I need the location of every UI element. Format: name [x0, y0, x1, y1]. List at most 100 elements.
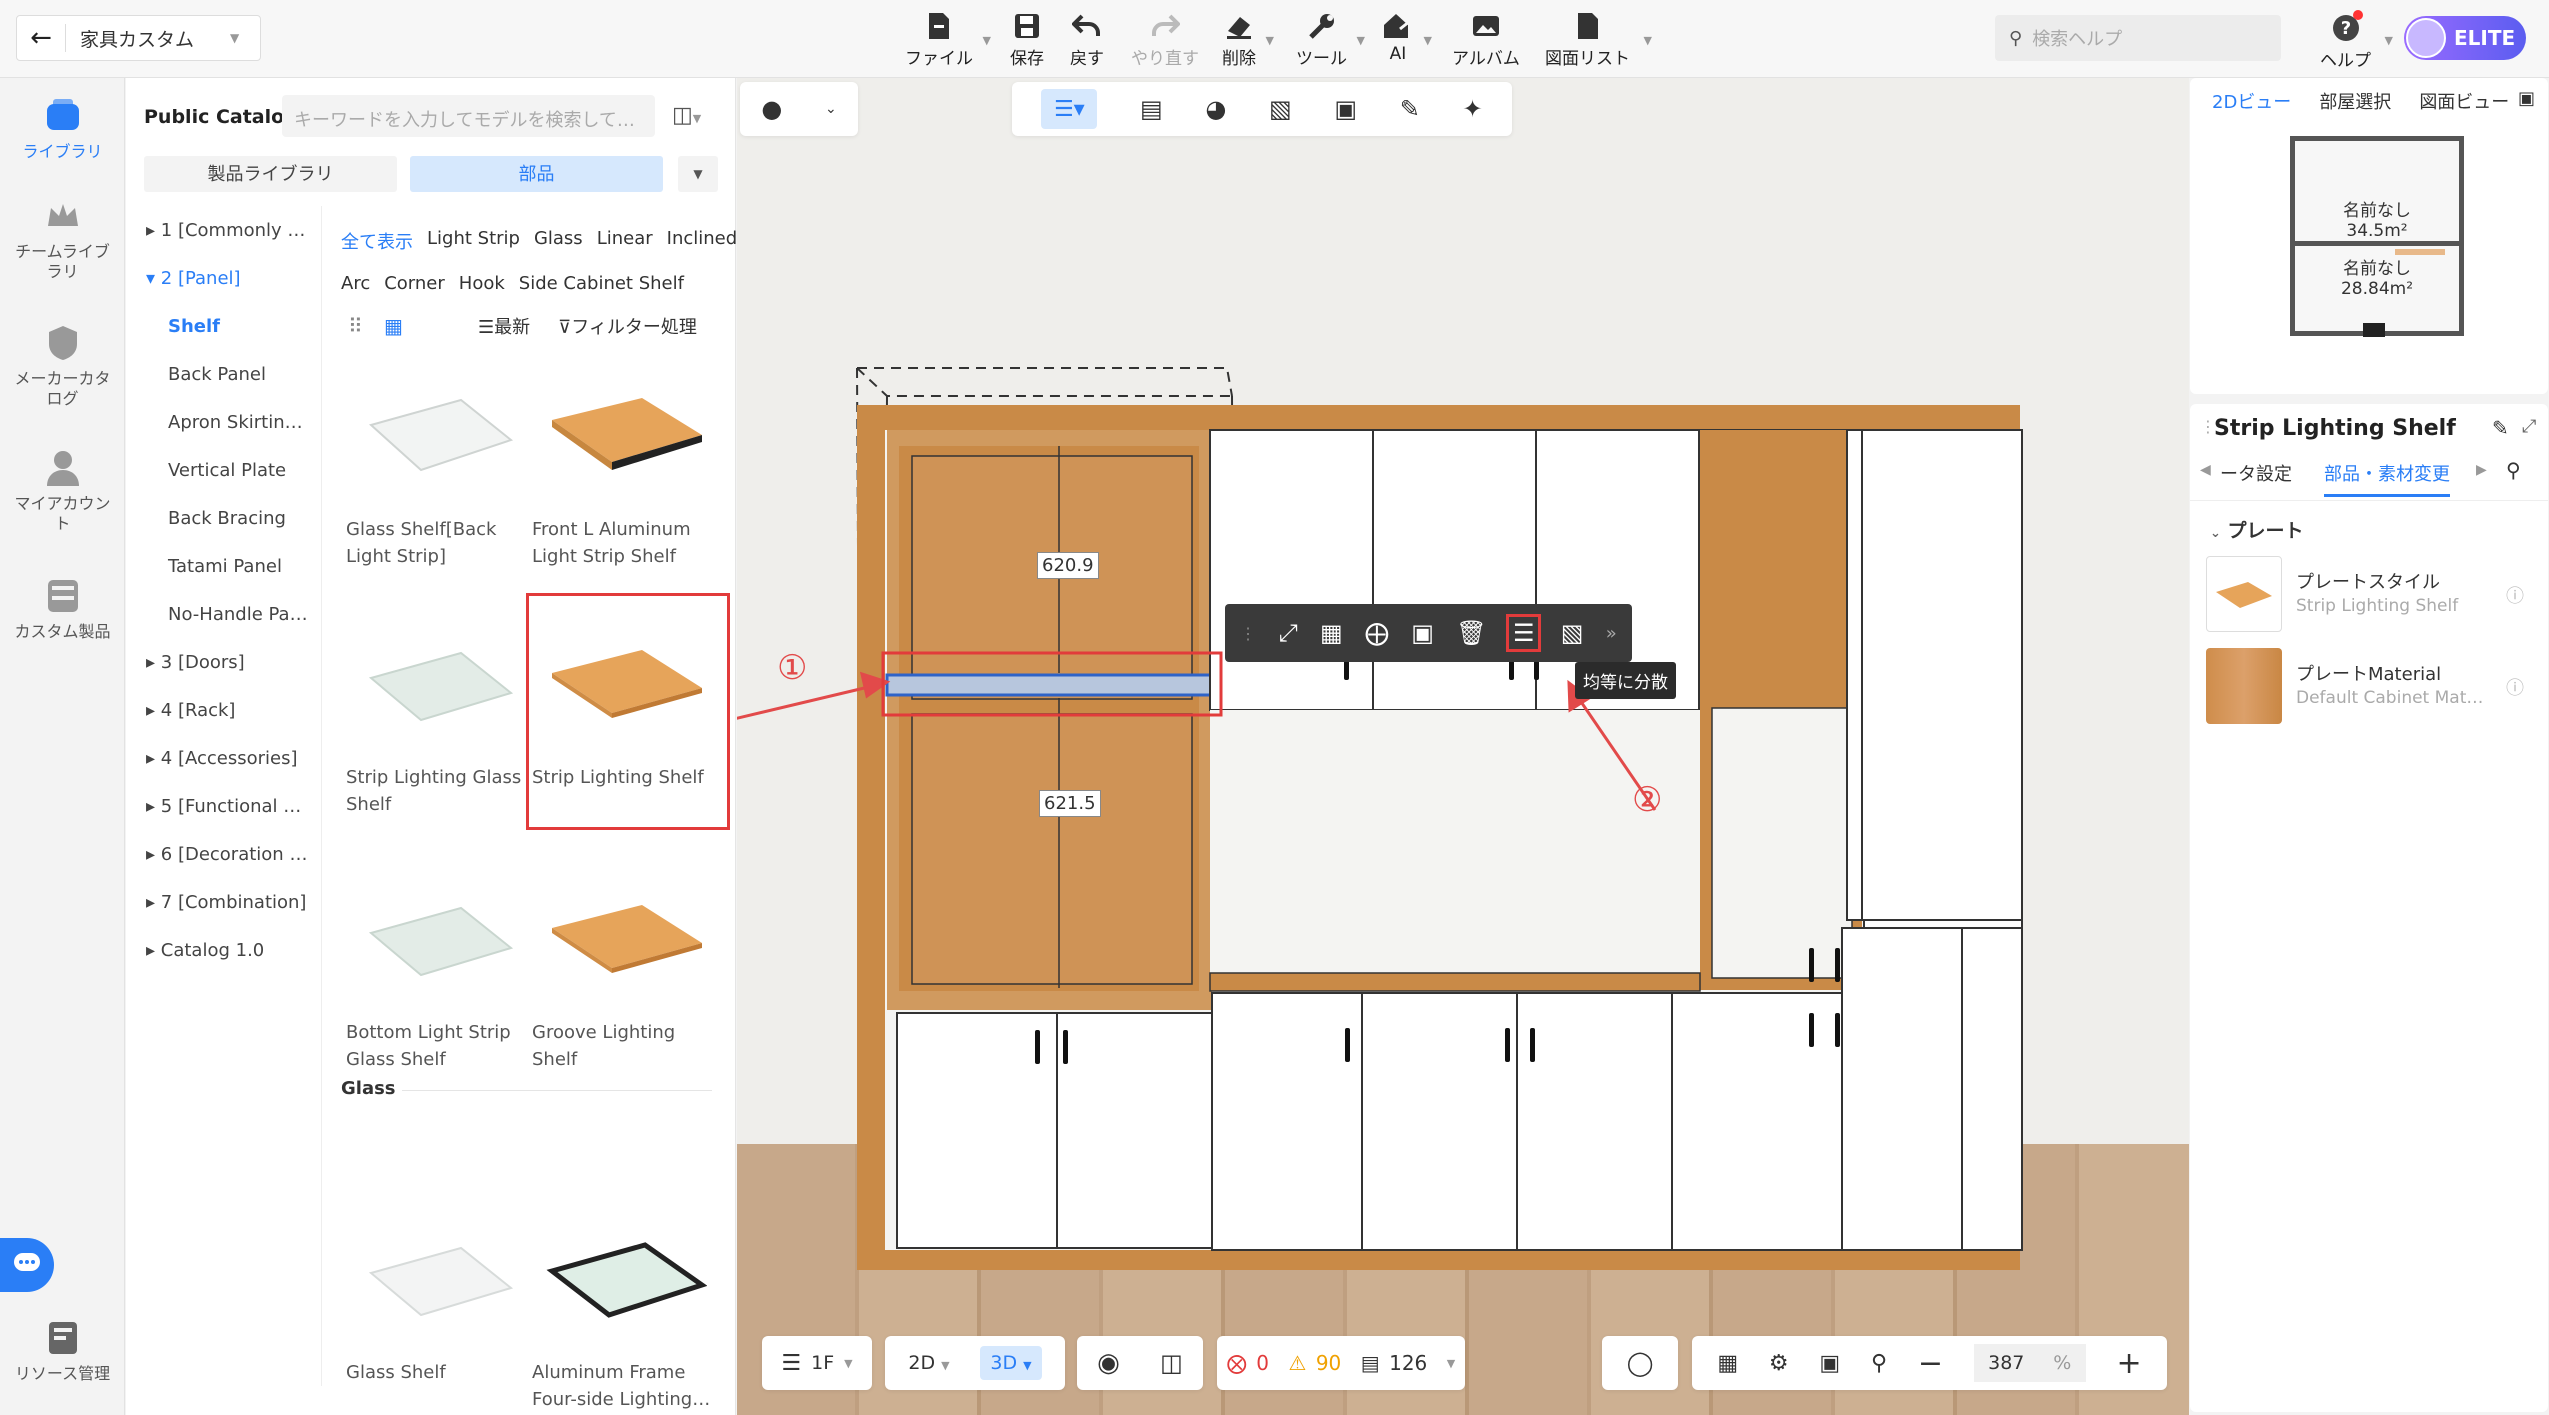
tab-parts[interactable]: 部品	[410, 156, 663, 192]
chat-button[interactable]	[0, 1238, 54, 1292]
tree-group-rack[interactable]: ▸ 4 [Rack]	[146, 700, 235, 721]
tree-group-decoration[interactable]: ▸ 6 [Decoration …	[146, 844, 307, 865]
tree-group-catalog-1-0[interactable]: ▸ Catalog 1.0	[146, 940, 264, 961]
layout-toggle-icon[interactable]: ◫▼	[672, 103, 701, 128]
floor-selector[interactable]: ☰ 1F ▼	[762, 1336, 872, 1390]
tree-group-panel[interactable]: ▾ 2 [Panel]	[146, 268, 241, 289]
item-aluminum-frame-shelf[interactable]: Aluminum Frame Four-side Lighting…	[532, 1203, 712, 1413]
item-groove-lighting-shelf[interactable]: Groove Lighting Shelf	[532, 863, 712, 1073]
undo-button[interactable]: 戻す	[1070, 8, 1104, 69]
filter-linear[interactable]: Linear	[597, 228, 653, 254]
replace-icon[interactable]: ▣	[1411, 619, 1434, 647]
zoom-out-button[interactable]: −	[1918, 1346, 1943, 1381]
rail-item-my-account[interactable]: マイアカウント	[0, 448, 125, 534]
tree-group-commonly[interactable]: ▸ 1 [Commonly …	[146, 220, 305, 241]
save-button[interactable]: 保存	[1010, 8, 1044, 69]
sort-latest-button[interactable]: ☰最新	[478, 313, 530, 339]
ai-menu-button[interactable]: AI ▼	[1382, 8, 1432, 64]
rail-item-library[interactable]: ライブラリ	[0, 96, 125, 162]
plate-style-row[interactable]: プレートスタイル Strip Lighting Shelf ⓘ	[2206, 556, 2532, 636]
check-status-bar[interactable]: ⨂ 0 ⚠ 90 ▤ 126 ▼	[1217, 1336, 1465, 1390]
rail-item-custom-products[interactable]: カスタム製品	[0, 576, 125, 642]
rail-item-resource-management[interactable]: リソース管理	[0, 1318, 125, 1384]
tree-item-back-panel[interactable]: Back Panel	[168, 364, 266, 385]
3d-viewport[interactable]: ● ⌄ ☰▾ ▤ ◕ ▧ ▣ ✎ ✦ 620.9 621.5 ① ② ⋮ ⤢ ▦…	[737, 78, 2189, 1415]
zoom-in-button[interactable]: +	[2116, 1346, 2141, 1381]
fullscreen-icon[interactable]: ▣	[1819, 1351, 1840, 1376]
toggle-settings-button[interactable]: ◯	[1602, 1336, 1678, 1390]
align-distribute-icon[interactable]: ▧	[1561, 619, 1584, 647]
search-icon[interactable]: ⚲	[2506, 458, 2521, 482]
view-2d-button[interactable]: 2D ▼	[908, 1352, 949, 1374]
drawing-list-button[interactable]: 図面リスト ▼	[1545, 8, 1652, 69]
tree-item-shelf[interactable]: Shelf	[168, 316, 220, 337]
grid-small-icon[interactable]: ⠿	[348, 314, 363, 338]
redo-button[interactable]: やり直す	[1131, 8, 1199, 69]
project-selector[interactable]: ← 家具カスタム ▼	[16, 15, 261, 61]
tree-item-vertical-plate[interactable]: Vertical Plate	[168, 460, 286, 481]
filter-glass[interactable]: Glass	[534, 228, 583, 254]
rail-item-maker-catalog[interactable]: メーカーカタログ	[0, 323, 125, 409]
tab-parameter-settings[interactable]: ータ設定	[2220, 460, 2292, 486]
user-avatar-badge[interactable]: ELITE	[2404, 16, 2526, 60]
tree-group-accessories[interactable]: ▸ 4 [Accessories]	[146, 748, 297, 769]
tab-parts-material[interactable]: 部品・素材変更	[2324, 460, 2450, 497]
cube-icon[interactable]: ◫	[1160, 1349, 1183, 1377]
tab-more-dropdown[interactable]: ▼	[678, 156, 718, 192]
filter-corner[interactable]: Corner	[384, 273, 445, 294]
item-strip-lighting-glass-shelf[interactable]: Strip Lighting Glass Shelf	[346, 608, 526, 818]
edit-icon[interactable]: ✎	[2492, 416, 2509, 440]
tree-group-doors[interactable]: ▸ 3 [Doors]	[146, 652, 245, 673]
grid-large-icon[interactable]: ▦	[384, 314, 403, 338]
distribute-evenly-icon[interactable]: ☰	[1506, 614, 1542, 652]
rail-item-team-library[interactable]: チームライブラリ	[0, 196, 125, 282]
item-front-l-aluminum-shelf[interactable]: Front L Aluminum Light Strip Shelf	[532, 360, 712, 570]
info-icon[interactable]: ⓘ	[2506, 674, 2524, 700]
fit-view-icon[interactable]: ▦	[1717, 1351, 1738, 1376]
tree-item-no-handle-panel[interactable]: No-Handle Pa…	[168, 604, 308, 625]
tree-group-combination[interactable]: ▸ 7 [Combination]	[146, 892, 306, 913]
model-search-input[interactable]: キーワードを入力してモデルを検索して…	[282, 95, 655, 137]
filter-side-cabinet-shelf[interactable]: Side Cabinet Shelf	[519, 273, 684, 294]
popout-icon[interactable]: ⤢	[2522, 416, 2536, 437]
info-icon[interactable]: ⓘ	[2506, 582, 2524, 608]
more-chevron-icon[interactable]: »	[1606, 623, 1617, 644]
filter-arc[interactable]: Arc	[341, 273, 370, 294]
zoom-input[interactable]: 387%	[1973, 1344, 2086, 1382]
filter-light-strip[interactable]: Light Strip	[427, 228, 520, 254]
tab-prev-chevron-icon[interactable]: ◀	[2200, 462, 2211, 478]
tools-menu-button[interactable]: ツール ▼	[1296, 8, 1365, 69]
room-2-label[interactable]: 名前なし 28.84m²	[2295, 259, 2459, 299]
filter-inclined[interactable]: Inclined	[667, 228, 738, 254]
tree-item-back-bracing[interactable]: Back Bracing	[168, 508, 286, 529]
item-strip-lighting-shelf[interactable]: Strip Lighting Shelf	[532, 608, 712, 791]
plate-material-row[interactable]: プレートMaterial Default Cabinet Mat… ⓘ	[2206, 648, 2532, 728]
tab-drawing-view[interactable]: 図面ビュー	[2419, 88, 2509, 114]
tab-next-chevron-icon[interactable]: ▶	[2476, 462, 2487, 478]
copy-icon[interactable]: ⨁	[1365, 619, 1389, 647]
help-button[interactable]: ? ヘルプ ▼	[2320, 10, 2393, 71]
file-menu-button[interactable]: ファイル ▼	[905, 8, 991, 69]
eye-icon[interactable]: ◉	[1097, 1348, 1120, 1378]
tab-2d-view[interactable]: 2Dビュー	[2212, 88, 2291, 114]
floorplan-minimap[interactable]: 名前なし 34.5m² 名前なし 28.84m²	[2290, 136, 2464, 337]
help-search-input[interactable]: ⚲ 検索ヘルプ	[1995, 15, 2281, 61]
delete-menu-button[interactable]: 削除 ▼	[1222, 8, 1274, 69]
split-icon[interactable]: ▦	[1320, 619, 1343, 647]
tree-item-apron-skirting[interactable]: Apron Skirtin…	[168, 412, 303, 433]
item-glass-shelf-back-light-strip[interactable]: Glass Shelf[Back Light Strip]	[346, 360, 526, 570]
back-arrow-icon[interactable]: ←	[17, 23, 65, 53]
expand-icon[interactable]: ▣	[2518, 88, 2535, 109]
room-1-label[interactable]: 名前なし 34.5m²	[2295, 201, 2459, 241]
tab-product-library[interactable]: 製品ライブラリ	[144, 156, 397, 192]
item-glass-shelf[interactable]: Glass Shelf	[346, 1203, 526, 1386]
section-plate[interactable]: ⌄ プレート	[2210, 516, 2304, 543]
camera-settings-icon[interactable]: ⚙	[1769, 1351, 1789, 1376]
album-button[interactable]: アルバム	[1452, 8, 1520, 69]
filter-button[interactable]: ⊽フィルター処理	[558, 313, 697, 339]
tree-group-functional[interactable]: ▸ 5 [Functional …	[146, 796, 301, 817]
move-icon[interactable]: ⤢	[1278, 619, 1297, 647]
tree-item-tatami-panel[interactable]: Tatami Panel	[168, 556, 282, 577]
drag-handle-icon[interactable]: ⋮	[1240, 624, 1256, 643]
filter-hook[interactable]: Hook	[459, 273, 505, 294]
